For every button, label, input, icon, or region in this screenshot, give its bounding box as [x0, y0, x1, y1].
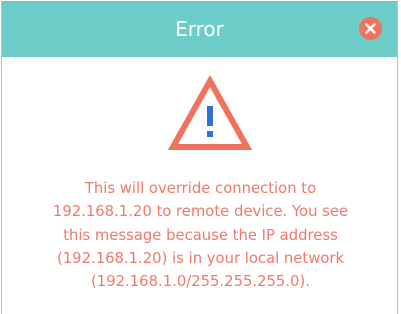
close-button[interactable] [359, 17, 382, 40]
message-line: this message because the IP address [63, 226, 338, 244]
dialog-titlebar: Error [2, 1, 397, 57]
message-line: This will override connection to [84, 180, 317, 197]
close-icon [365, 23, 376, 34]
message-line: (192.168.1.0/255.255.255.0). [91, 273, 310, 291]
message-line: (192.168.1.20) is in your local network [56, 249, 345, 267]
error-message: This will override connection to 192.168… [18, 177, 383, 293]
warning-triangle-icon [168, 76, 252, 150]
message-line: 192.168.1.20 to remote device. You see [52, 203, 349, 221]
dialog-title: Error [175, 17, 224, 41]
error-dialog: Error This will override connection to 1… [1, 1, 398, 314]
